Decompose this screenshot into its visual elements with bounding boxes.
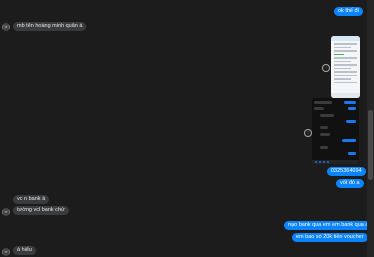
screenshot-attachment[interactable] (312, 98, 359, 164)
message-incoming[interactable]: mb tên hoàng minh quân á (13, 22, 87, 31)
message-outgoing[interactable]: em bao sò 20k tiền voucher (292, 233, 368, 242)
sender-avatar[interactable]: (ᵔᴥᵔ) (2, 23, 10, 31)
message-outgoing[interactable]: nạo bank qua em em bank qua a (284, 221, 373, 230)
message-outgoing[interactable]: vốt đó a (336, 179, 364, 188)
message-outgoing[interactable]: 0325364694 (327, 167, 366, 176)
sender-avatar[interactable]: (ᵔᴥᵔ) (2, 248, 10, 256)
alert-circle-icon[interactable]: ! (304, 129, 312, 137)
sender-avatar[interactable]: (ᵔᴥᵔ) (2, 208, 10, 216)
message-outgoing[interactable]: ok thế đi (334, 7, 363, 16)
message-incoming[interactable]: à hiểu (13, 246, 36, 255)
chat-thread: ok thế đi (ᵔᴥᵔ) mb tên hoàng minh quân á… (0, 0, 373, 257)
screenshot-attachment[interactable] (331, 36, 360, 98)
alert-circle-icon[interactable]: ! (322, 64, 330, 72)
message-incoming[interactable]: vc n bank á (13, 195, 50, 204)
message-incoming[interactable]: tường vcl bank chứ (13, 206, 69, 215)
scrollbar[interactable] (367, 0, 374, 257)
scrollbar-thumb[interactable] (368, 110, 373, 180)
